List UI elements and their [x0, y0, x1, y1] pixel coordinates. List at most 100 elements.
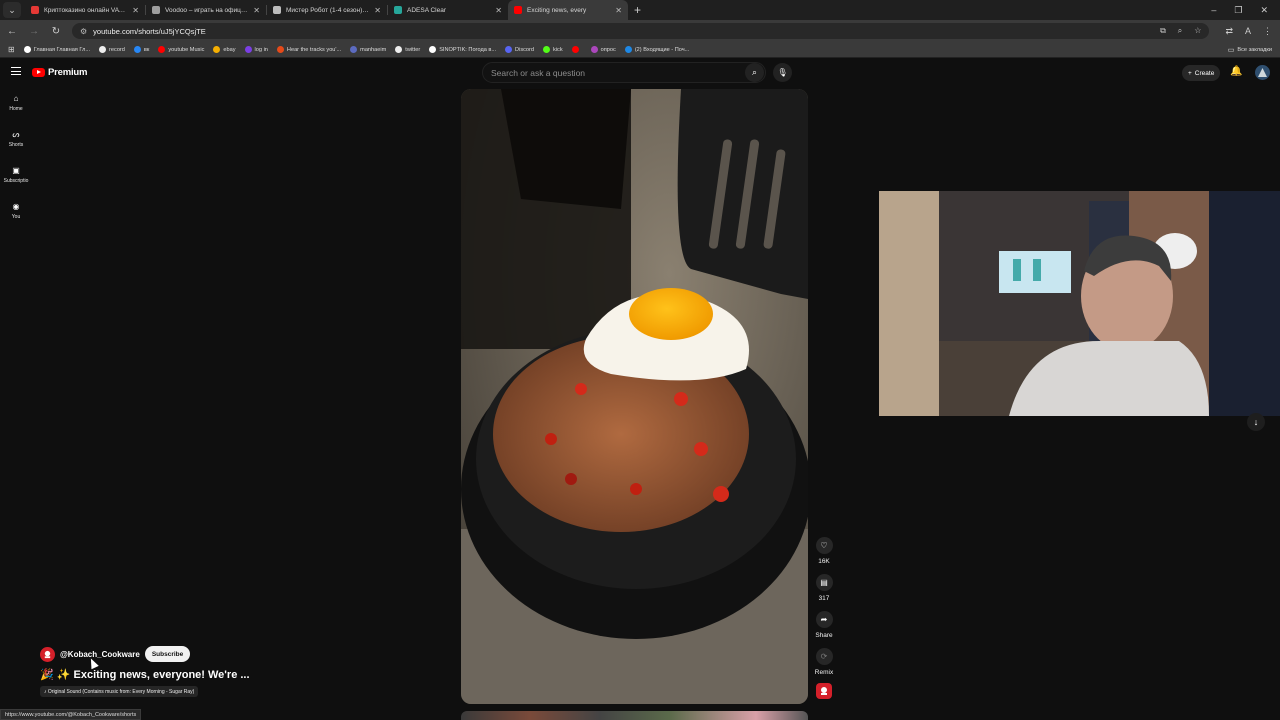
bookmark-favicon-icon [429, 46, 437, 53]
tab-close-icon[interactable]: ✕ [374, 6, 381, 15]
bookmark-item[interactable]: twitter [395, 46, 420, 53]
bookmark-item[interactable]: SINOPTIK: Погода в... [429, 46, 496, 53]
like-icon[interactable]: ♡ [815, 537, 833, 554]
back-icon[interactable]: ← [6, 26, 18, 37]
tab-title: ADESA Clear [407, 6, 447, 14]
apps-icon[interactable]: ⊞ [8, 45, 15, 54]
channel-avatar-small[interactable] [816, 683, 832, 699]
subscriptions-icon: ▣ [12, 166, 20, 175]
browser-toolbar: ← → ↻ ⚙ youtube.com/shorts/uJ5jYCQsjTE ⧉… [0, 20, 1280, 42]
site-info-icon[interactable]: ⚙ [80, 27, 87, 36]
share-action[interactable]: ➦ Share [814, 611, 834, 639]
sidebar-item-you[interactable]: ◉ You [0, 202, 32, 220]
profile-icon[interactable]: A [1245, 26, 1251, 37]
bookmark-star-icon[interactable]: ☆ [1194, 26, 1201, 36]
folder-icon: ▭ [1227, 46, 1235, 54]
open-in-app-icon[interactable]: ⧉ [1160, 26, 1166, 36]
comment-count: 317 [818, 595, 830, 602]
bookmark-item[interactable]: record [99, 46, 125, 53]
bookmark-label: twitter [405, 46, 421, 53]
restore-icon[interactable]: ❐ [1234, 5, 1242, 16]
browser-tab[interactable]: Криптоказино онлайн VAVADA ✕ [25, 0, 145, 20]
reload-icon[interactable]: ↻ [50, 26, 62, 37]
tab-close-icon[interactable]: ✕ [253, 6, 260, 15]
menu-icon[interactable]: ⋮ [1263, 26, 1272, 37]
create-button[interactable]: + Create [1182, 65, 1221, 81]
browser-tab[interactable]: Voodoo – играть на официальном ✕ [146, 0, 266, 20]
sidebar-item-label: You [11, 214, 21, 220]
video-title[interactable]: 🎉 ✨ Exciting news, everyone! We're ... [40, 668, 250, 681]
webcam-image [879, 191, 1280, 416]
tab-close-icon[interactable]: ✕ [495, 6, 502, 15]
bookmark-label: (2) Входящие - Поч... [634, 46, 690, 53]
bookmark-item[interactable]: manhaeim [350, 46, 386, 53]
browser-tab[interactable]: Exciting news, every ✕ [508, 0, 628, 20]
bookmark-item[interactable]: youtube Music [158, 46, 204, 53]
remix-icon[interactable]: ⟳ [815, 648, 833, 665]
all-bookmarks[interactable]: ▭ Все закладки [1228, 46, 1280, 54]
browser-tab[interactable]: ADESA Clear ✕ [388, 0, 508, 20]
tab-favicon-icon [394, 6, 402, 14]
browser-tab[interactable]: Мистер Робот (1-4 сезон) смотреть ✕ [267, 0, 387, 20]
share-label: Share [815, 632, 833, 639]
minimize-icon[interactable]: – [1211, 5, 1216, 16]
bookmark-item[interactable]: kick [543, 46, 563, 53]
tab-close-icon[interactable]: ✕ [615, 6, 622, 15]
shorts-video-player[interactable] [461, 89, 808, 704]
bookmark-item[interactable]: вк [133, 46, 149, 53]
browser-tab-strip: ⌄ Криптоказино онлайн VAVADA ✕ Voodoo – иг… [0, 0, 1280, 20]
sidebar-item-home[interactable]: ⌂ Home [0, 94, 32, 112]
shorts-icon: ᔕ [12, 130, 20, 139]
sidebar-item-shorts[interactable]: ᔕ Shorts [0, 130, 32, 148]
like-action[interactable]: ♡ 16K [814, 537, 834, 565]
bookmark-item[interactable]: ebay [213, 46, 236, 53]
zoom-icon[interactable]: ⌕ [1178, 26, 1182, 36]
bookmark-item[interactable] [571, 46, 582, 53]
comment-action[interactable]: ▤ 317 [814, 574, 834, 602]
new-tab-button[interactable]: + [634, 3, 641, 17]
tab-favicon-icon [514, 6, 522, 14]
forward-icon[interactable]: → [28, 26, 40, 37]
scroll-down-icon[interactable]: ↓ [1247, 413, 1265, 431]
account-avatar[interactable] [1255, 65, 1270, 80]
bookmark-label: Главная Главная Гл... [33, 46, 91, 53]
youtube-logo[interactable]: Premium [32, 67, 87, 78]
notifications-bell-icon[interactable]: 🔔 [1230, 66, 1242, 77]
channel-name[interactable]: @Kobach_Cookware [60, 650, 140, 659]
sidebar-item-subscriptio[interactable]: ▣ Subscriptio [0, 166, 32, 184]
bookmark-favicon-icon [99, 46, 107, 53]
create-label: Create [1194, 69, 1215, 77]
bookmark-item[interactable]: Hear the tracks you'... [276, 46, 341, 53]
tab-favicon-icon [273, 6, 281, 14]
tab-search-icon[interactable]: ⌄ [3, 2, 21, 18]
bookmark-favicon-icon [590, 46, 598, 53]
search-input[interactable]: Search or ask a question [482, 62, 766, 83]
search-icon[interactable]: ⌕ [745, 63, 764, 82]
sound-chip[interactable]: ♪ Original Sound (Contains music from: E… [40, 686, 199, 697]
guide-menu-icon[interactable] [11, 67, 21, 75]
address-bar[interactable]: ⚙ youtube.com/shorts/uJ5jYCQsjTE ⧉ ⌕ ☆ [72, 23, 1210, 39]
bookmark-item[interactable]: log in [244, 46, 268, 53]
close-window-icon[interactable]: ✕ [1260, 5, 1268, 16]
extensions-icon[interactable]: ⇄ [1225, 26, 1233, 37]
bookmark-item[interactable]: (2) Входящие - Поч... [624, 46, 690, 53]
bookmark-item[interactable]: Главная Главная Гл... [23, 46, 91, 53]
share-icon[interactable]: ➦ [815, 611, 833, 628]
tab-close-icon[interactable]: ✕ [132, 6, 139, 15]
webcam-overlay [879, 191, 1280, 416]
microphone-icon[interactable]: 🎙 [773, 63, 792, 82]
bookmark-favicon-icon [244, 46, 252, 53]
next-short-preview[interactable] [461, 711, 808, 720]
comment-icon[interactable]: ▤ [815, 574, 833, 591]
bookmark-item[interactable]: опрос [590, 46, 616, 53]
tab-title: Exciting news, every [527, 6, 587, 14]
bookmark-label: SINOPTIK: Погода в... [439, 46, 497, 53]
channel-avatar[interactable] [40, 646, 55, 662]
subscribe-button[interactable]: Subscribe [144, 646, 191, 662]
remix-action[interactable]: ⟳ Remix [814, 648, 834, 676]
like-count: 16K [818, 558, 830, 565]
tab-favicon-icon [152, 6, 160, 14]
you-icon: ◉ [12, 202, 20, 211]
bookmark-item[interactable]: Discord [505, 46, 534, 53]
bookmark-favicon-icon [571, 46, 579, 53]
